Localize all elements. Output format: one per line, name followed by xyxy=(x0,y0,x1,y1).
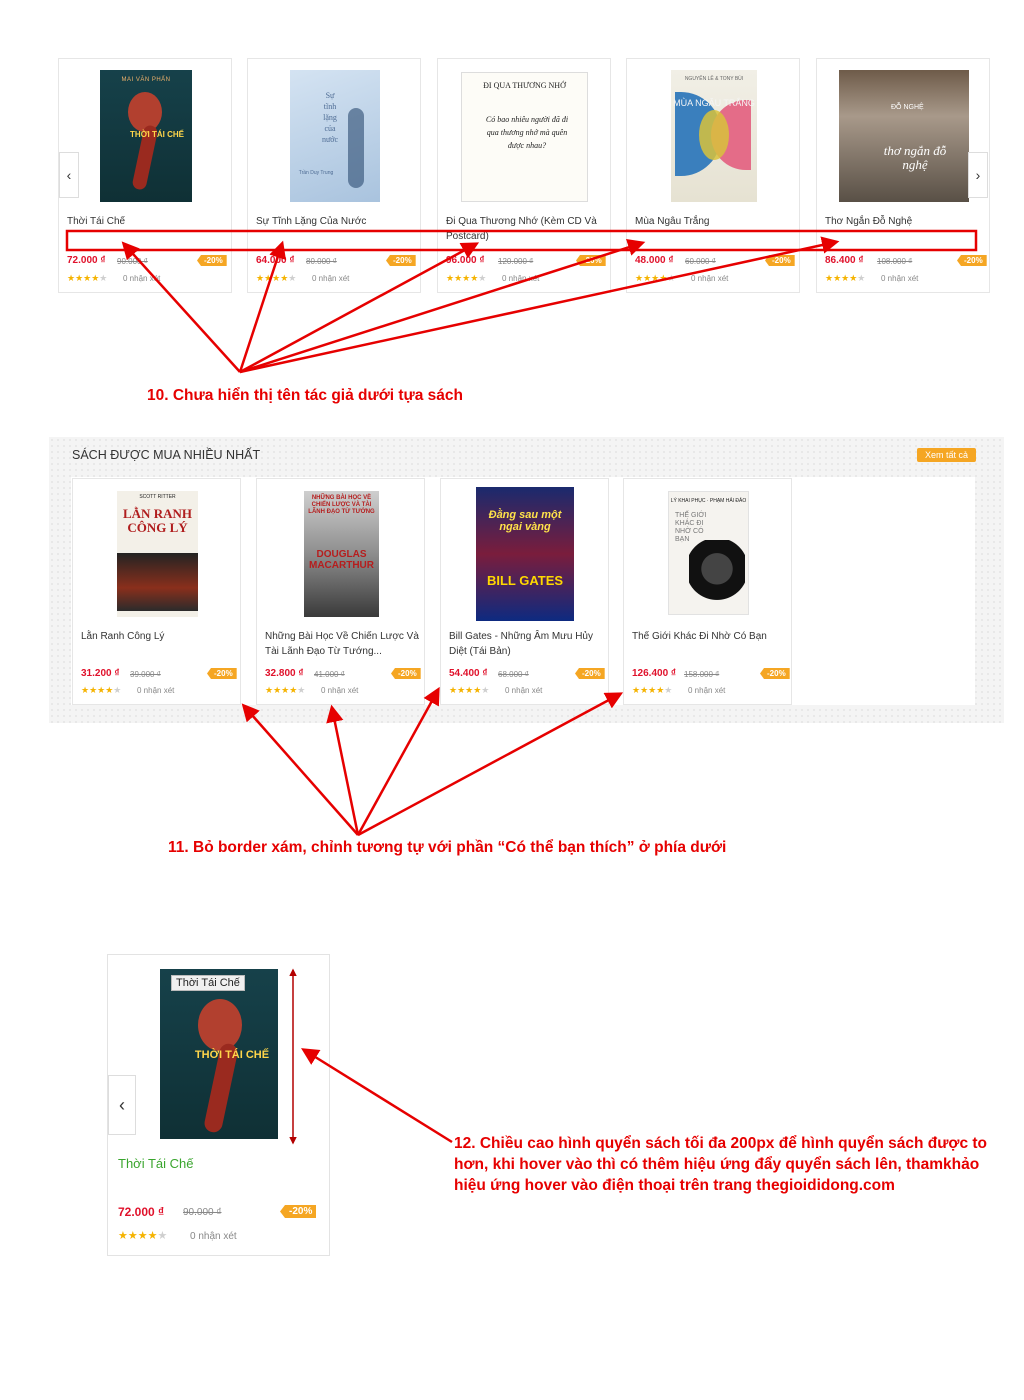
discount-badge: -20% xyxy=(760,668,790,679)
product-title[interactable]: Bill Gates - Những Âm Mưu Hủy Diệt (Tái … xyxy=(449,629,604,659)
cover-subtitle: Đằng sau một ngai vàng xyxy=(488,509,562,533)
product-old-price: 39.000 ₫ xyxy=(130,670,161,679)
product-price: 54.400 ₫ xyxy=(449,668,488,679)
product-old-price: 68.000 ₫ xyxy=(498,670,529,679)
product-title[interactable]: Những Bài Học Về Chiến Lược Và Tài Lãnh … xyxy=(265,629,420,659)
annotation-12-arrows xyxy=(289,968,453,1145)
product-price: 126.400 ₫ xyxy=(632,668,677,679)
annotation-11-arrows xyxy=(241,686,624,837)
book-cover-image[interactable]: NHỮNG BÀI HỌC VỀ CHIẾN LƯỢC VÀ TÀI LÃNH … xyxy=(304,491,379,617)
rating-stars: ★★★★★ xyxy=(118,1230,168,1242)
cover-subtitle: NHỮNG BÀI HỌC VỀ CHIẾN LƯỢC VÀ TÀI LÃNH … xyxy=(308,495,375,515)
highlight-box xyxy=(65,229,978,252)
cover-title: LẰN RANH CÔNG LÝ xyxy=(123,506,192,535)
product-old-price: 158.000 ₫ xyxy=(684,670,720,679)
discount-badge: -20% xyxy=(207,668,237,679)
section-heading: SÁCH ĐƯỢC MUA NHIỀU NHẤT xyxy=(72,448,261,462)
book-cover-image[interactable]: LÝ KHAI PHỤC · PHẠM HẢI ĐẢO THẾ GIỚI KHÁ… xyxy=(668,491,749,615)
product-card[interactable]: NHỮNG BÀI HỌC VỀ CHIẾN LƯỢC VÀ TÀI LÃNH … xyxy=(256,478,425,705)
arrow xyxy=(121,241,241,373)
book-cover-image[interactable]: SCOTT RITTER LẰN RANH CÔNG LÝ xyxy=(117,491,198,617)
annotation-11: 11. Bỏ border xám, chỉnh tương tự với ph… xyxy=(168,839,727,856)
arrow xyxy=(241,703,359,836)
view-all-button[interactable]: Xem tất cả xyxy=(916,448,976,462)
product-card[interactable]: Đằng sau một ngai vàng BILL GATES Bill G… xyxy=(440,478,609,705)
discount-badge: -20% xyxy=(391,668,421,679)
annotation-10-arrows xyxy=(65,229,978,374)
cover-author: SCOTT RITTER xyxy=(139,494,176,500)
arrow xyxy=(301,1048,453,1144)
review-count: 0 nhận xét xyxy=(190,1231,237,1242)
annotation-10: 10. Chưa hiển thị tên tác giả dưới tựa s… xyxy=(147,387,464,404)
discount-badge: -20% xyxy=(575,668,605,679)
cover-title: BILL GATES xyxy=(486,573,564,588)
discount-badge: -20% xyxy=(280,1205,317,1218)
product-title[interactable]: Lằn Ranh Công Lý xyxy=(81,629,233,644)
product-price: 32.800 ₫ xyxy=(265,668,304,679)
product-title[interactable]: Thế Giới Khác Đi Nhờ Có Bạn xyxy=(632,629,787,644)
arrow xyxy=(239,236,840,374)
product-card[interactable]: LÝ KHAI PHỤC · PHẠM HẢI ĐẢO THẾ GIỚI KHÁ… xyxy=(623,478,792,705)
cover-author: LÝ KHAI PHỤC · PHẠM HẢI ĐẢO xyxy=(670,498,747,504)
product-old-price: 41.000 ₫ xyxy=(314,670,345,679)
annotation-12: 12. Chiều cao hình quyển sách tối đa 200… xyxy=(454,1135,987,1194)
arrow xyxy=(326,704,360,836)
product-old-price: 90.000 ₫ xyxy=(183,1207,222,1218)
book-cover-image[interactable]: Đằng sau một ngai vàng BILL GATES xyxy=(476,487,574,621)
product-price: 72.000 ₫ xyxy=(118,1205,165,1219)
product-price: 31.200 ₫ xyxy=(81,668,120,679)
cover-title: DOUGLAS MACARTHUR xyxy=(309,549,374,571)
product-card[interactable]: SCOTT RITTER LẰN RANH CÔNG LÝ Lằn Ranh C… xyxy=(72,478,241,705)
